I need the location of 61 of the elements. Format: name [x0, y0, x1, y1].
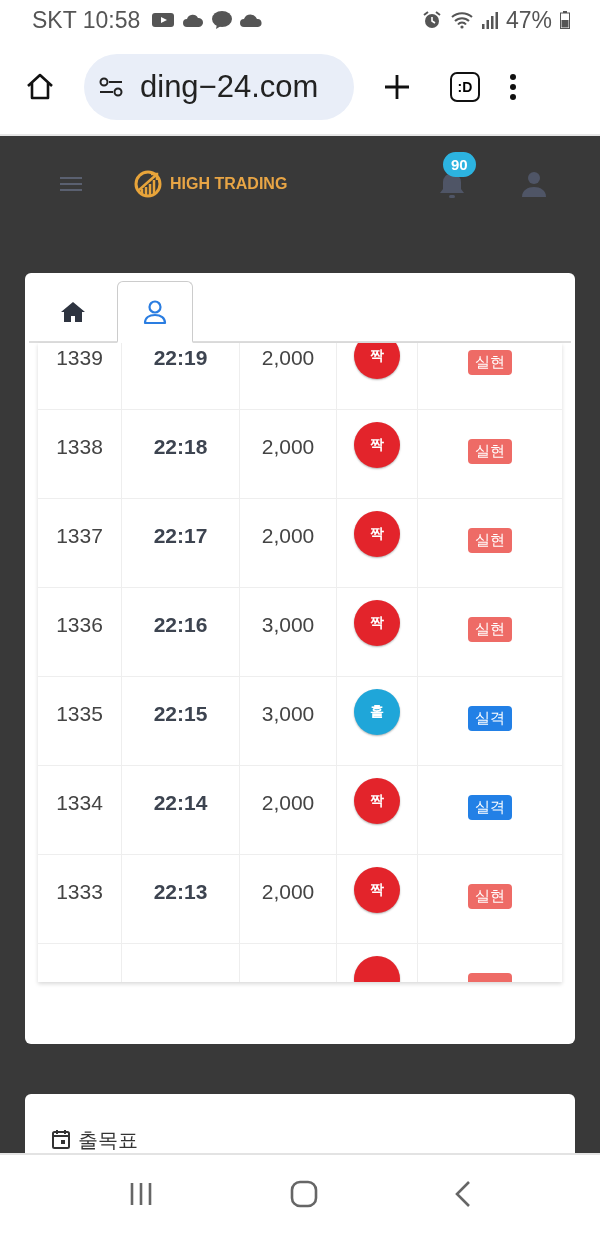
result-ball: 짝 [354, 422, 400, 468]
round-time: 22:17 [153, 524, 208, 548]
round-number: 1339 [56, 346, 103, 370]
round-time: 22:14 [153, 791, 208, 815]
home-icon [60, 300, 86, 324]
chat-bubble-icon [212, 11, 233, 29]
status-tag: 실현 [468, 617, 512, 642]
round-number: 1337 [56, 524, 103, 548]
status-tag: 실격 [468, 795, 512, 820]
home-button-icon[interactable] [290, 1180, 318, 1208]
bet-amount: 2,000 [261, 791, 315, 815]
round-time: 22:19 [153, 346, 208, 370]
panel-title: 출목표 [78, 1129, 138, 1151]
tab-switcher-button[interactable]: :D [450, 72, 480, 102]
result-ball: 짝 [354, 778, 400, 824]
alarm-icon [421, 10, 442, 30]
round-number: 1338 [56, 435, 103, 459]
round-time: 22:16 [153, 613, 208, 637]
battery-percent: 47% [505, 6, 552, 34]
back-icon[interactable] [454, 1180, 472, 1208]
battery-icon [560, 11, 570, 29]
round-number: 1334 [56, 791, 103, 815]
result-ball: 짝 [354, 600, 400, 646]
address-bar[interactable]: ding−24.com [84, 54, 354, 120]
cloud-icon [240, 13, 263, 27]
status-tag: 실현 [468, 350, 512, 375]
bet-amount: 2,000 [261, 435, 315, 459]
status-tag: 실현 [468, 439, 512, 464]
round-number: 1335 [56, 702, 103, 726]
status-tag: 실현 [468, 528, 512, 553]
status-tag: 실현 [468, 884, 512, 909]
status-time: 10:58 [82, 6, 141, 34]
bet-amount: 2,000 [261, 346, 315, 370]
round-time: 22:15 [153, 702, 208, 726]
round-number: 1336 [56, 613, 103, 637]
result-ball: 짝 [354, 511, 400, 557]
wifi-icon [449, 11, 474, 29]
carrier-text: SKT [32, 6, 77, 34]
site-settings-icon[interactable] [98, 76, 124, 98]
round-time: 22:13 [153, 880, 208, 904]
calendar-icon [52, 1129, 70, 1149]
new-tab-icon[interactable] [382, 72, 412, 102]
notification-count: 90 [443, 151, 476, 177]
chart-logo-icon [134, 169, 162, 198]
status-tag: 실격 [468, 706, 512, 731]
more-menu-icon[interactable] [508, 72, 518, 102]
user-tab[interactable] [117, 281, 193, 343]
round-time: 22:18 [153, 435, 208, 459]
bet-amount: 2,000 [261, 524, 315, 548]
bet-amount: 3,000 [261, 702, 315, 726]
recent-apps-icon[interactable] [128, 1181, 154, 1207]
bet-amount: 2,000 [261, 880, 315, 904]
brand-name[interactable]: HIGH TRADING [170, 174, 288, 193]
result-ball: 짝 [354, 343, 400, 379]
video-app-icon [152, 12, 175, 28]
bet-amount: 3,000 [261, 613, 315, 637]
result-ball: 짝 [354, 867, 400, 913]
user-icon [143, 298, 167, 325]
result-ball: 홀 [354, 689, 400, 735]
signal-icon [481, 11, 498, 29]
round-number: 1333 [56, 880, 103, 904]
